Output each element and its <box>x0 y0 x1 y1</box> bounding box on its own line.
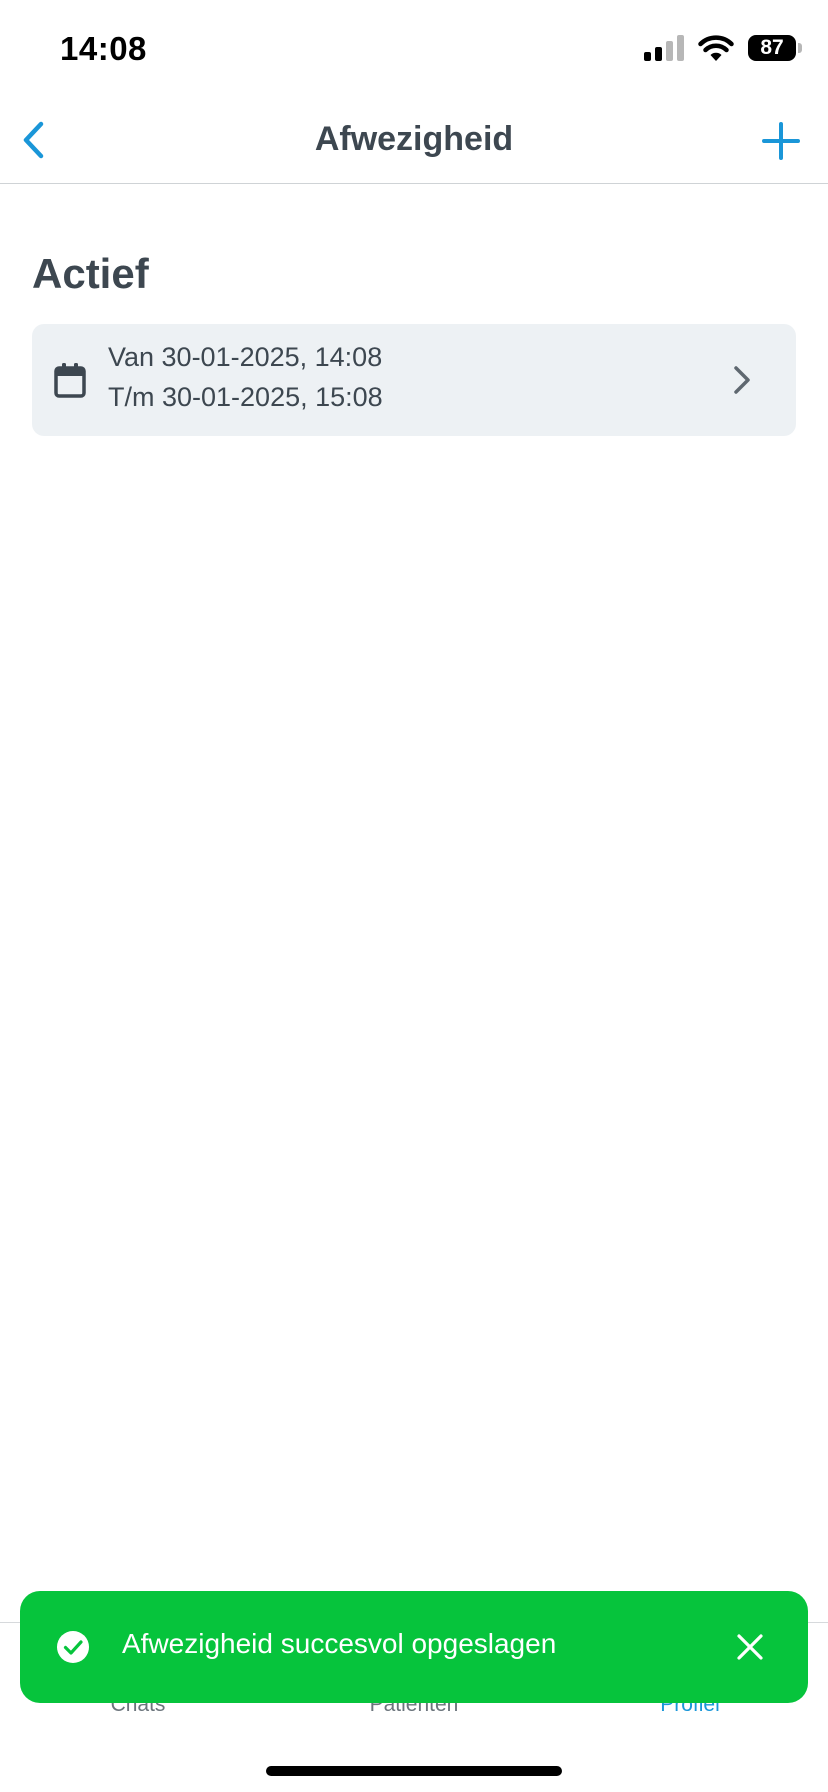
absence-from: Van 30-01-2025, 14:08 <box>108 342 383 372</box>
add-absence-button[interactable] <box>754 114 808 168</box>
calendar-icon <box>54 363 86 398</box>
app-screen: 14:08 87 Afwezigheid Actief Van 30-01-20… <box>0 0 828 1792</box>
status-icons: 87 <box>644 34 802 62</box>
check-circle-icon <box>57 1631 89 1663</box>
absence-list-item[interactable]: Van 30-01-2025, 14:08 T/m 30-01-2025, 15… <box>32 324 796 436</box>
toast-close-button[interactable] <box>730 1627 770 1667</box>
home-indicator <box>266 1766 562 1776</box>
battery-icon: 87 <box>748 35 802 61</box>
absence-until: T/m 30-01-2025, 15:08 <box>108 382 383 412</box>
toast-message: Afwezigheid succesvol opgeslagen <box>122 1628 557 1659</box>
status-time: 14:08 <box>60 30 147 67</box>
cellular-signal-icon <box>644 35 684 61</box>
success-toast: Afwezigheid succesvol opgeslagen <box>20 1591 808 1703</box>
close-icon <box>737 1634 763 1660</box>
plus-icon <box>762 122 800 160</box>
section-title-active: Actief <box>32 250 149 297</box>
page-title: Afwezigheid <box>314 120 514 158</box>
wifi-icon <box>698 35 734 61</box>
navigation-bar: Afwezigheid <box>0 100 828 184</box>
status-bar: 14:08 87 <box>0 0 828 100</box>
chevron-right-icon <box>734 366 750 394</box>
